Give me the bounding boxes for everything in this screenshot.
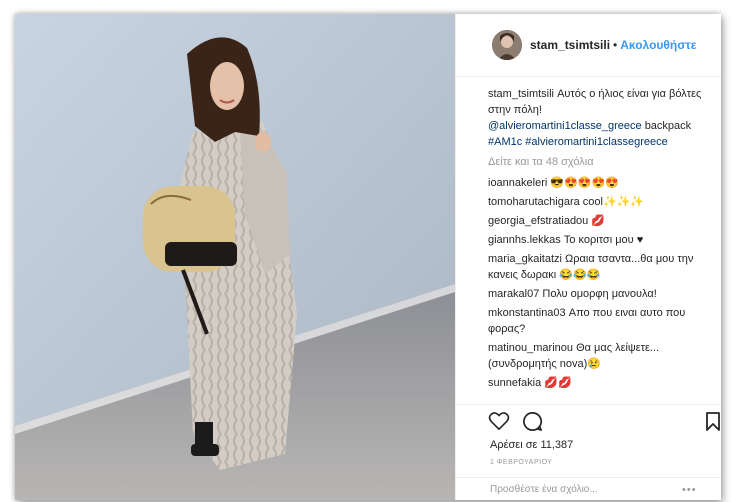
add-comment-input[interactable] (490, 482, 670, 496)
caption-after-mention: backpack (644, 120, 692, 132)
comment-text: 😎😍😍😍😍 (550, 177, 619, 189)
comment-username[interactable]: matinou_marinou (488, 342, 573, 354)
comment-username[interactable]: georgia_efstratiadou (488, 215, 588, 227)
comment-text: cool✨✨✨ (582, 196, 645, 208)
caption: stam_tsimtsili Αυτός ο ήλιος είναι για β… (488, 86, 713, 150)
add-comment-bar: ••• (456, 477, 721, 502)
likes-count[interactable]: Αρέσει σε 11,387 (490, 439, 573, 451)
comment-username[interactable]: giannhs.lekkas (488, 234, 561, 246)
header-username[interactable]: stam_tsimtsili (530, 38, 610, 52)
comment-item: marakal07 Πολυ ομορφη μανουλα! (488, 286, 713, 302)
heart-icon[interactable] (488, 411, 510, 436)
comment-item: matinou_marinou Θα μας λείψετε...(συνδρο… (488, 340, 713, 372)
header-separator: • (613, 38, 618, 52)
header-line: stam_tsimtsili • Ακολουθήστε (530, 38, 696, 52)
follow-button[interactable]: Ακολουθήστε (620, 38, 696, 52)
comment-username[interactable]: mkonstantina03 (488, 307, 566, 319)
comment-item: sunnefakia 💋💋 (488, 375, 713, 391)
comment-text: Το κοριτσι μου ♥ (563, 234, 644, 246)
avatar[interactable] (492, 30, 522, 60)
comment-username[interactable]: maria_gkaitatzi (488, 253, 562, 265)
post-side-panel: stam_tsimtsili • Ακολουθήστε stam_tsimtsil… (455, 14, 721, 500)
post-photo-image (15, 14, 455, 500)
bookmark-icon[interactable] (706, 412, 720, 436)
post-date: 1 ΦΕΒΡΟΥΑΡΙΟΥ (490, 459, 553, 466)
comment-item: maria_gkaitatzi Ωραια τσαντα...θα μου τη… (488, 251, 713, 283)
caption-username[interactable]: stam_tsimtsili (488, 88, 554, 100)
comment-username[interactable]: marakal07 (488, 288, 539, 300)
comment-username[interactable]: ioannakeleri (488, 177, 547, 189)
comment-text: 💋💋 (544, 377, 572, 389)
comments-list[interactable]: stam_tsimtsili Αυτός ο ήλιος είναι για β… (488, 86, 713, 404)
comment-item: giannhs.lekkas Το κοριτσι μου ♥ (488, 232, 713, 248)
comment-item: tomoharutachigara cool✨✨✨ (488, 194, 713, 210)
comment-username[interactable]: tomoharutachigara (488, 196, 580, 208)
view-all-comments-link[interactable]: Δείτε και τα 48 σχόλια (488, 154, 713, 170)
post-header: stam_tsimtsili • Ακολουθήστε (456, 14, 721, 77)
post-modal: stam_tsimtsili • Ακολουθήστε stam_tsimtsil… (15, 14, 721, 500)
post-photo[interactable] (15, 14, 455, 500)
comment-username[interactable]: sunnefakia (488, 377, 541, 389)
comment-item: georgia_efstratiadou 💋 (488, 213, 713, 229)
caption-hashtags[interactable]: #AM1c #alvieromartini1classegreece (488, 136, 668, 148)
comment-text: 💋 (591, 215, 606, 227)
comment-item: ioannakeleri 😎😍😍😍😍 (488, 175, 713, 191)
comment-icon[interactable] (522, 411, 543, 437)
comment-text: Πολυ ομορφη μανουλα! (542, 288, 657, 300)
more-options-button[interactable]: ••• (682, 484, 697, 496)
comment-item: mkonstantina03 Απο που ειναι αυτο που φο… (488, 305, 713, 337)
caption-mention[interactable]: @alvieromartini1classe_greece (488, 120, 642, 132)
post-actions: Αρέσει σε 11,387 1 ΦΕΒΡΟΥΑΡΙΟΥ ••• (456, 404, 721, 501)
